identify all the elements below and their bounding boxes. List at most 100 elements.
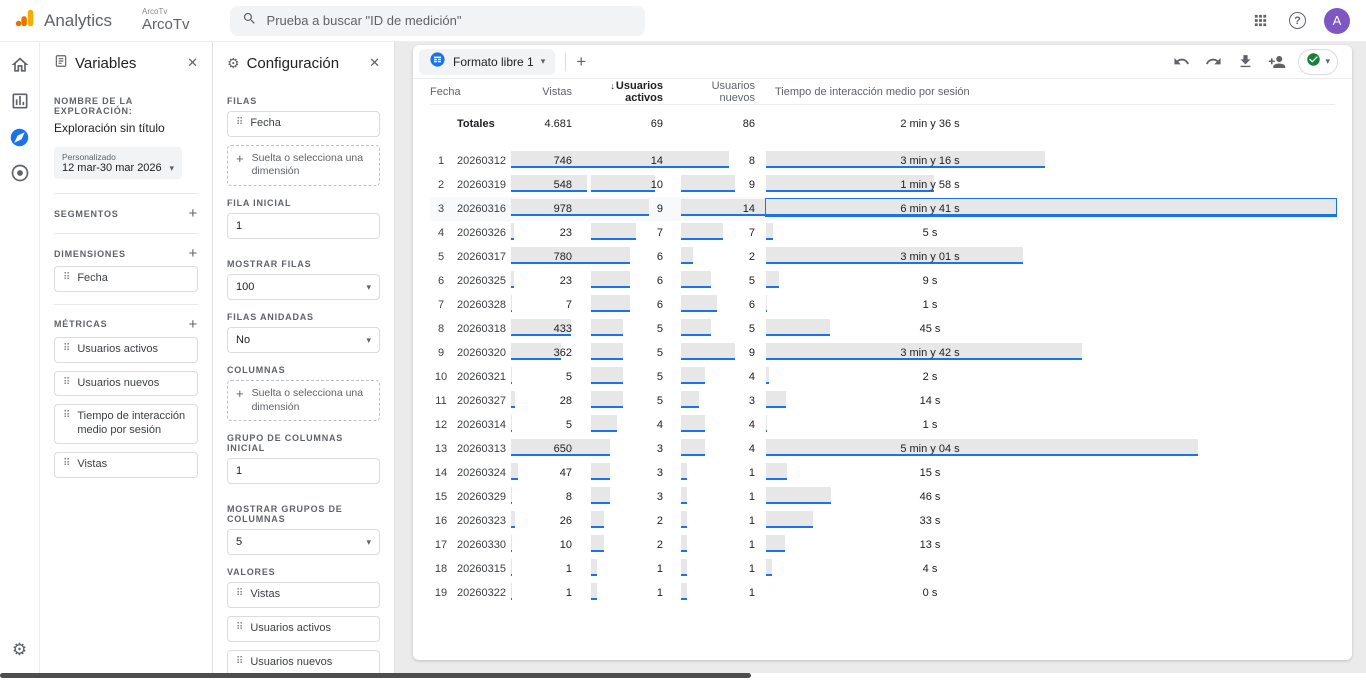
table-row[interactable]: 9 20260320 362 5 9 3 min y 42 s (430, 341, 1335, 365)
start-colgroup-input[interactable] (227, 458, 380, 485)
add-metric-button[interactable]: + (188, 317, 198, 332)
reports-icon[interactable] (9, 90, 31, 112)
exploration-name[interactable]: Exploración sin título (54, 121, 198, 135)
table-row[interactable]: 14 20260324 47 3 1 15 s (430, 461, 1335, 485)
canvas: Formato libre 1 ▾ + ▾ Fecha Vistas ↓Usua… (395, 42, 1366, 673)
tiempo-value: 1 s (922, 419, 938, 431)
field-chip[interactable]: ⠿ Vistas (54, 451, 198, 478)
row-date: 20260321 (457, 371, 506, 383)
start-row-input[interactable] (227, 213, 380, 240)
admin-gear-icon[interactable]: ⚙ (9, 639, 31, 661)
show-colgroups-select[interactable]: 5 ▾ (227, 529, 380, 556)
tiempo-value: 3 min y 16 s (900, 155, 960, 167)
table-row[interactable]: 17 20260330 10 2 1 13 s (430, 533, 1335, 557)
start-colgroup-label: GRUPO DE COLUMNAS INICIAL (227, 433, 344, 454)
drag-handle-icon: ⠿ (236, 655, 244, 667)
search-input[interactable] (266, 13, 633, 28)
field-chip[interactable]: ⠿ Usuarios activos (54, 336, 198, 363)
table-body: 1 20260312 746 14 8 3 min y 16 s 2 2026031… (430, 149, 1336, 605)
avatar[interactable]: A (1324, 7, 1350, 34)
row-index: 12 (434, 419, 448, 431)
col-header-tiempo[interactable]: Tiempo de interacción medio por sesión (765, 86, 1335, 98)
field-chip[interactable]: ⠿ Fecha (227, 111, 380, 137)
row-index: 19 (434, 587, 448, 599)
table-row[interactable]: 4 20260326 23 7 7 5 s (430, 221, 1335, 245)
field-chip[interactable]: ⠿ Usuarios activos (227, 616, 380, 642)
table-row[interactable]: 8 20260318 433 5 5 45 s (430, 317, 1335, 341)
table-row[interactable]: 3 20260316 978 9 14 6 min y 41 s (430, 197, 1336, 221)
undo-icon[interactable] (1170, 51, 1192, 73)
nuevos-value: 1 (748, 467, 755, 479)
add-tab-button[interactable]: + (576, 53, 586, 70)
add-dimension-button[interactable]: + (188, 246, 198, 261)
help-icon[interactable]: ? (1289, 12, 1306, 29)
date-range-selector[interactable]: Personalizado 12 mar-30 mar 2026 ▾ (54, 147, 182, 179)
nuevos-value: 8 (748, 155, 755, 167)
nuevos-value: 9 (748, 179, 755, 191)
row-date: 20260329 (457, 491, 506, 503)
show-rows-select[interactable]: 100 ▾ (227, 274, 380, 301)
field-chip[interactable]: ⠿ Vistas (227, 582, 380, 609)
activos-bar (591, 175, 656, 192)
field-chip[interactable]: ⠿ Tiempo de interacción medio por sesión (54, 404, 198, 444)
column-dimension-dropzone[interactable]: + Suelta o selecciona una dimensión (227, 380, 380, 422)
nuevos-value: 5 (748, 275, 755, 287)
row-index: 5 (437, 251, 445, 263)
close-variables-icon[interactable]: ✕ (187, 55, 198, 71)
analytics-logo-icon[interactable] (14, 7, 36, 34)
field-chip[interactable]: ⠿ Fecha (54, 266, 198, 292)
status-dropdown[interactable]: ▾ (1298, 48, 1338, 75)
redo-icon[interactable] (1202, 51, 1224, 73)
activos-bar (591, 151, 681, 168)
activos-bar (591, 583, 598, 600)
table-row[interactable]: 18 20260315 1 1 1 4 s (430, 557, 1335, 581)
account-switcher[interactable]: ArcoTv ArcoTv (142, 7, 190, 33)
horizontal-scrollbar[interactable] (0, 673, 1366, 680)
add-segment-button[interactable]: + (188, 206, 198, 221)
vistas-value: 10 (559, 539, 572, 551)
table-row[interactable]: 11 20260327 28 5 3 14 s (430, 389, 1335, 413)
field-chip[interactable]: ⠿ Usuarios nuevos (54, 370, 198, 397)
home-icon[interactable] (9, 54, 31, 76)
tiempo-bar (766, 295, 768, 312)
table-row[interactable]: 6 20260325 23 6 5 9 s (430, 269, 1335, 293)
nested-rows-select[interactable]: No ▾ (227, 327, 380, 354)
table-row[interactable]: 1 20260312 746 14 8 3 min y 16 s (430, 149, 1335, 173)
explore-icon-selected[interactable] (9, 126, 31, 148)
vistas-value: 23 (559, 227, 572, 239)
download-icon[interactable] (1234, 51, 1256, 73)
close-config-icon[interactable]: ✕ (369, 55, 380, 71)
table-row[interactable]: 5 20260317 780 6 2 3 min y 01 s (430, 245, 1335, 269)
tiempo-value: 3 min y 42 s (900, 347, 960, 359)
vistas-value: 433 (553, 323, 572, 335)
table-row[interactable]: 15 20260329 8 3 1 46 s (430, 485, 1335, 509)
advertising-icon[interactable] (9, 162, 31, 184)
row-dimension-dropzone[interactable]: + Suelta o selecciona una dimensión (227, 144, 380, 187)
table-row[interactable]: 13 20260313 650 3 4 5 min y 04 s (430, 437, 1335, 461)
table-row[interactable]: 16 20260323 26 2 1 33 s (430, 509, 1335, 533)
vistas-value: 1 (565, 563, 572, 575)
table-row[interactable]: 12 20260314 5 4 4 1 s (430, 413, 1335, 437)
table-row[interactable]: 19 20260322 1 1 1 0 s (430, 581, 1335, 605)
col-header-fecha[interactable]: Fecha (430, 86, 510, 98)
col-header-usuarios-nuevos[interactable]: Usuarios nuevos (680, 80, 765, 104)
share-user-icon[interactable] (1266, 51, 1288, 73)
nested-rows-label: FILAS ANIDADAS (227, 312, 314, 323)
row-index: 14 (434, 467, 448, 479)
field-chip[interactable]: ⠿ Usuarios nuevos (227, 649, 380, 673)
col-header-vistas[interactable]: Vistas (510, 86, 590, 98)
activos-bar (591, 319, 624, 336)
row-index: 8 (437, 323, 445, 335)
tab-formato-libre[interactable]: Formato libre 1 ▾ (419, 48, 556, 75)
nuevos-value: 5 (748, 323, 755, 335)
tiempo-value: 9 s (922, 275, 938, 287)
activos-value: 3 (656, 467, 663, 479)
table-row[interactable]: 2 20260319 548 10 9 1 min y 58 s (430, 173, 1335, 197)
row-index: 6 (437, 275, 445, 287)
search-bar[interactable] (229, 5, 645, 36)
table-row[interactable]: 10 20260321 5 5 4 2 s (430, 365, 1335, 389)
apps-grid-icon[interactable] (1249, 10, 1271, 32)
scrollbar-thumb[interactable] (0, 673, 751, 678)
col-header-usuarios-activos[interactable]: ↓Usuarios activos (590, 80, 680, 104)
table-row[interactable]: 7 20260328 7 6 6 1 s (430, 293, 1335, 317)
